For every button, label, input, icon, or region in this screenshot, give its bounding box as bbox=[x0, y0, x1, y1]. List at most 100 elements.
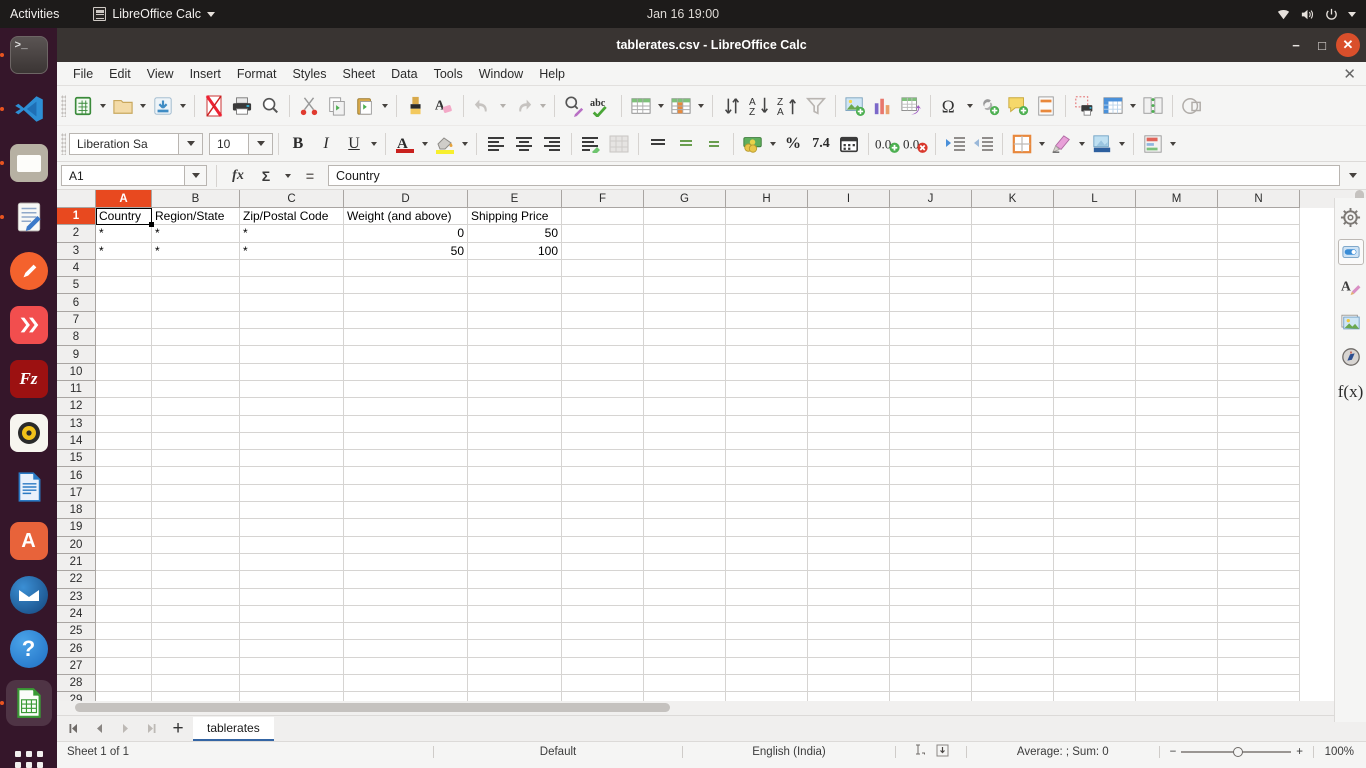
add-sheet-button[interactable]: + bbox=[165, 718, 191, 740]
cell-M7[interactable] bbox=[1136, 311, 1218, 330]
cell-L16[interactable] bbox=[1054, 467, 1136, 485]
row-header-6[interactable]: 6 bbox=[57, 294, 96, 312]
cell-M12[interactable] bbox=[1136, 398, 1218, 416]
cell-D7[interactable] bbox=[344, 311, 468, 330]
cell-C17[interactable] bbox=[240, 484, 344, 503]
cell-G3[interactable] bbox=[644, 242, 726, 260]
cell-G1[interactable] bbox=[644, 208, 726, 226]
row-header-26[interactable]: 26 bbox=[57, 640, 96, 658]
cell-E29[interactable] bbox=[468, 692, 562, 701]
cell-N4[interactable] bbox=[1218, 259, 1300, 278]
cell-B15[interactable] bbox=[152, 450, 240, 468]
cell-K4[interactable] bbox=[972, 259, 1054, 278]
row-icon[interactable] bbox=[627, 92, 655, 120]
cell-B13[interactable] bbox=[152, 415, 240, 433]
minimize-button[interactable]: − bbox=[1284, 33, 1308, 57]
cell-H28[interactable] bbox=[726, 675, 808, 693]
cell-M1[interactable] bbox=[1136, 208, 1218, 226]
cell-M18[interactable] bbox=[1136, 502, 1218, 520]
cell-A20[interactable] bbox=[96, 536, 152, 554]
sum-dropdown[interactable] bbox=[282, 163, 294, 189]
cell-K13[interactable] bbox=[972, 415, 1054, 433]
cell-J25[interactable] bbox=[890, 623, 972, 641]
open-icon[interactable] bbox=[109, 92, 137, 120]
cell-A15[interactable] bbox=[96, 450, 152, 468]
cell-N26[interactable] bbox=[1218, 640, 1300, 658]
cell-J2[interactable] bbox=[890, 225, 972, 243]
expand-formula-bar-icon[interactable] bbox=[1344, 173, 1362, 178]
cell-N11[interactable] bbox=[1218, 380, 1300, 399]
dock-item-text-editor[interactable] bbox=[6, 194, 52, 240]
cell-B7[interactable] bbox=[152, 311, 240, 330]
dock-item-libreoffice-calc[interactable] bbox=[5, 680, 52, 726]
borders-icon[interactable] bbox=[1008, 130, 1036, 158]
row-header-17[interactable]: 17 bbox=[57, 484, 96, 503]
cell-K20[interactable] bbox=[972, 536, 1054, 554]
cell-E19[interactable] bbox=[468, 519, 562, 537]
cell-I8[interactable] bbox=[808, 329, 890, 347]
cell-M21[interactable] bbox=[1136, 553, 1218, 572]
underline-button[interactable]: U bbox=[340, 130, 368, 158]
cell-G9[interactable] bbox=[644, 346, 726, 364]
cell-E12[interactable] bbox=[468, 398, 562, 416]
cell-D27[interactable] bbox=[344, 657, 468, 676]
cell-C27[interactable] bbox=[240, 657, 344, 676]
cell-B9[interactable] bbox=[152, 346, 240, 364]
cell-J10[interactable] bbox=[890, 363, 972, 381]
column-header-n[interactable]: N bbox=[1218, 190, 1300, 208]
cell-F26[interactable] bbox=[562, 640, 644, 658]
align-bottom-icon[interactable] bbox=[700, 130, 728, 158]
cell-H25[interactable] bbox=[726, 623, 808, 641]
cell-N10[interactable] bbox=[1218, 363, 1300, 381]
column-header-k[interactable]: K bbox=[972, 190, 1054, 208]
menu-insert[interactable]: Insert bbox=[182, 65, 229, 83]
cell-A5[interactable] bbox=[96, 277, 152, 295]
cell-J6[interactable] bbox=[890, 294, 972, 312]
document-modified-icon[interactable] bbox=[936, 744, 949, 760]
zoom-out-button[interactable]: − bbox=[1170, 746, 1177, 758]
cell-G17[interactable] bbox=[644, 484, 726, 503]
cell-N13[interactable] bbox=[1218, 415, 1300, 433]
cell-E25[interactable] bbox=[468, 623, 562, 641]
currency-dropdown[interactable] bbox=[767, 131, 779, 157]
new-dropdown[interactable] bbox=[97, 93, 109, 119]
save-dropdown[interactable] bbox=[177, 93, 189, 119]
cell-J14[interactable] bbox=[890, 432, 972, 451]
background-color-dropdown[interactable] bbox=[1116, 131, 1128, 157]
row-header-19[interactable]: 19 bbox=[57, 519, 96, 537]
cell-H5[interactable] bbox=[726, 277, 808, 295]
row-header-10[interactable]: 10 bbox=[57, 363, 96, 381]
cell-K7[interactable] bbox=[972, 311, 1054, 330]
cell-A11[interactable] bbox=[96, 380, 152, 399]
cell-F14[interactable] bbox=[562, 432, 644, 451]
cell-E16[interactable] bbox=[468, 467, 562, 485]
menu-sheet[interactable]: Sheet bbox=[334, 65, 383, 83]
borders-dropdown[interactable] bbox=[1036, 131, 1048, 157]
cell-G24[interactable] bbox=[644, 605, 726, 624]
page-style[interactable]: Default bbox=[434, 746, 682, 758]
row-header-18[interactable]: 18 bbox=[57, 502, 96, 520]
dock-item-filezilla[interactable]: Fz bbox=[6, 356, 52, 402]
print-preview-icon[interactable] bbox=[256, 92, 284, 120]
cell-F29[interactable] bbox=[562, 692, 644, 701]
cell-B1[interactable]: Region/State bbox=[152, 208, 240, 226]
dock-item-terminal[interactable]: >_ bbox=[6, 32, 52, 78]
cell-I23[interactable] bbox=[808, 588, 890, 606]
cell-N7[interactable] bbox=[1218, 311, 1300, 330]
cell-C6[interactable] bbox=[240, 294, 344, 312]
row-header-11[interactable]: 11 bbox=[57, 380, 96, 399]
show-applications-button[interactable] bbox=[6, 742, 52, 768]
cell-D1[interactable]: Weight (and above) bbox=[344, 208, 468, 226]
cell-M24[interactable] bbox=[1136, 605, 1218, 624]
row-header-28[interactable]: 28 bbox=[57, 675, 96, 693]
italic-button[interactable]: I bbox=[312, 130, 340, 158]
dock-item-thunderbird[interactable] bbox=[6, 572, 52, 618]
row-header-12[interactable]: 12 bbox=[57, 398, 96, 416]
cell-E11[interactable] bbox=[468, 380, 562, 399]
cell-N25[interactable] bbox=[1218, 623, 1300, 641]
cell-C1[interactable]: Zip/Postal Code bbox=[240, 208, 344, 226]
bold-button[interactable]: B bbox=[284, 130, 312, 158]
row-header-9[interactable]: 9 bbox=[57, 346, 96, 364]
border-style-dropdown[interactable] bbox=[1076, 131, 1088, 157]
cell-G20[interactable] bbox=[644, 536, 726, 554]
